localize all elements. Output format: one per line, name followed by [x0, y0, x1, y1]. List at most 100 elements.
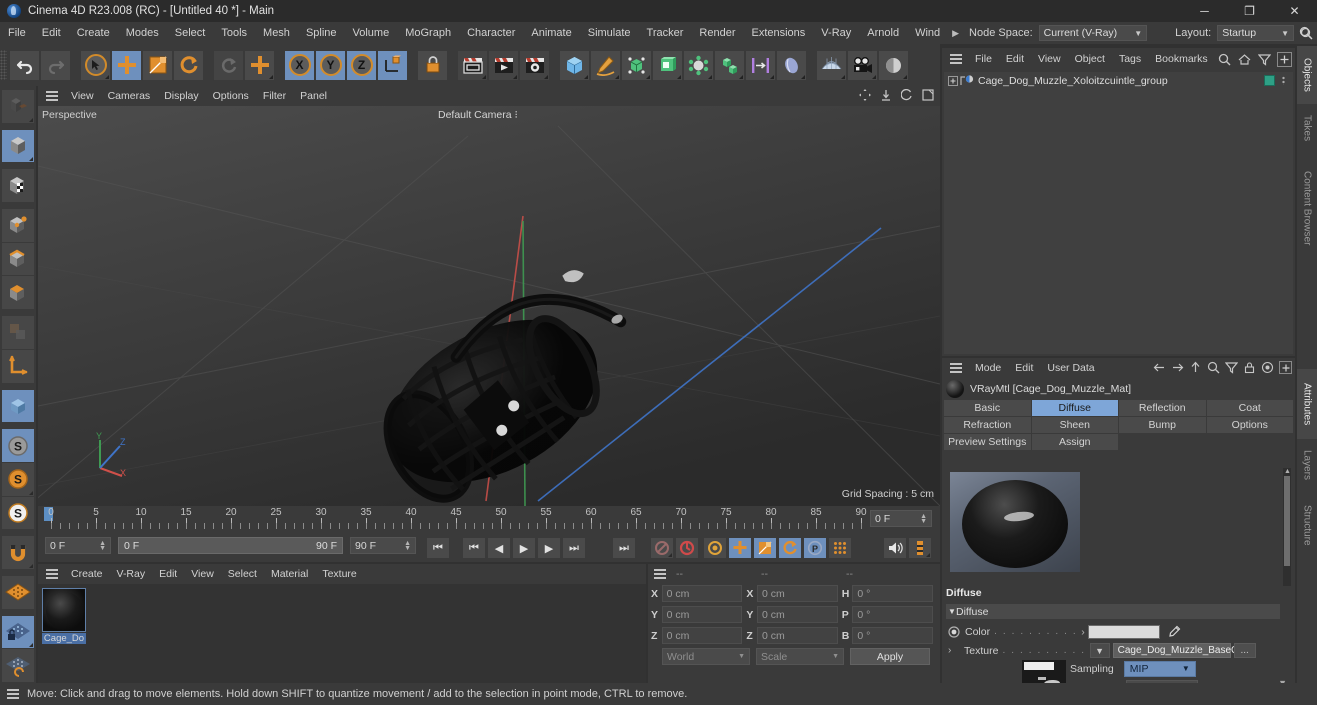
material-menu-texture[interactable]: Texture	[315, 563, 363, 585]
end-frame-field[interactable]: 90 F ▲▼	[350, 537, 416, 554]
size-x-field[interactable]: 0 cm	[757, 585, 838, 602]
pan-icon[interactable]	[859, 89, 871, 101]
camera-button[interactable]	[847, 50, 878, 81]
object-axis-button[interactable]	[2, 350, 34, 383]
material-menu-select[interactable]: Select	[221, 563, 264, 585]
menu-overflow-arrow-icon[interactable]: ▶	[948, 28, 963, 39]
add-icon[interactable]	[1279, 361, 1292, 374]
filter-icon[interactable]	[1257, 52, 1272, 67]
menu-animate[interactable]: Animate	[523, 22, 579, 44]
tab-reflection[interactable]: Reflection	[1119, 400, 1206, 416]
axis-y-button[interactable]: Y	[315, 50, 346, 81]
om-menu-bookmarks[interactable]: Bookmarks	[1148, 48, 1210, 70]
diffuse-color-swatch[interactable]	[1088, 625, 1160, 639]
move-tool-button[interactable]	[111, 50, 142, 81]
target-icon[interactable]	[1261, 361, 1274, 374]
om-menu-edit[interactable]: Edit	[999, 48, 1031, 70]
model-mode-button[interactable]	[2, 130, 34, 163]
am-menu-mode[interactable]: Mode	[968, 357, 1008, 379]
polygon-mode-button[interactable]	[2, 276, 34, 309]
layout-select[interactable]: Startup ▼	[1217, 25, 1294, 41]
filter-icon[interactable]	[1225, 361, 1238, 374]
spline-pen-button[interactable]	[590, 50, 621, 81]
menu-vray[interactable]: V-Ray	[813, 22, 859, 44]
texture-type-select[interactable]: ▼	[1090, 643, 1110, 658]
material-thumbnail[interactable]	[42, 588, 86, 632]
texture-browse-button[interactable]: ...	[1234, 643, 1256, 658]
object-dots-icon[interactable]	[1282, 76, 1285, 85]
group-collapse-arrow-icon[interactable]: ▼	[948, 607, 956, 616]
rotation-h-field[interactable]: 0 °	[852, 585, 933, 602]
material-item[interactable]: Cage_Do	[42, 588, 86, 644]
render-settings-button[interactable]	[519, 50, 550, 81]
maximize-button[interactable]: ❐	[1227, 0, 1272, 22]
menu-tools[interactable]: Tools	[213, 22, 255, 44]
go-to-next-key-button[interactable]: ⏭	[562, 537, 586, 559]
material-menu-material[interactable]: Material	[264, 563, 315, 585]
material-menu-view[interactable]: View	[184, 563, 221, 585]
minimize-button[interactable]: ─	[1182, 0, 1227, 22]
record-active-objects-button[interactable]	[675, 537, 699, 559]
forward-arrow-icon[interactable]	[1171, 361, 1184, 374]
axis-x-button[interactable]: X	[284, 50, 315, 81]
viewport-solo-button[interactable]	[2, 390, 34, 423]
size-y-field[interactable]: 0 cm	[757, 606, 838, 623]
menu-mesh[interactable]: Mesh	[255, 22, 298, 44]
rotation-key-button[interactable]	[778, 537, 802, 559]
keyframe-selection-button[interactable]	[703, 537, 727, 559]
menu-tracker[interactable]: Tracker	[639, 22, 692, 44]
viewport-menu-filter[interactable]: Filter	[256, 85, 293, 107]
menu-select[interactable]: Select	[167, 22, 214, 44]
generator-button[interactable]	[621, 50, 652, 81]
object-tag-icon[interactable]	[1264, 75, 1275, 86]
rotate-view-icon[interactable]	[901, 89, 913, 101]
nurbs-button[interactable]	[652, 50, 683, 81]
node-space-select[interactable]: Current (V-Ray) ▼	[1039, 25, 1147, 41]
tab-attributes[interactable]: Attributes	[1297, 369, 1317, 439]
toolbar-grip[interactable]	[0, 50, 7, 80]
key-interpolation-button[interactable]	[908, 537, 932, 559]
light-button[interactable]	[878, 50, 909, 81]
om-menu-file[interactable]: File	[968, 48, 999, 70]
menu-arnold[interactable]: Arnold	[859, 22, 907, 44]
spinner-icon[interactable]: ▲▼	[99, 541, 106, 551]
lock-axis-button[interactable]	[417, 50, 448, 81]
position-z-field[interactable]: 0 cm	[662, 627, 743, 644]
menu-volume[interactable]: Volume	[345, 22, 398, 44]
menu-edit[interactable]: Edit	[34, 22, 69, 44]
top-right-search-icon[interactable]	[1299, 26, 1312, 39]
size-z-field[interactable]: 0 cm	[757, 627, 838, 644]
maximize-view-icon[interactable]	[922, 89, 934, 101]
scale-key-button[interactable]	[753, 537, 777, 559]
viewport-3d[interactable]: Perspective Default Camera ⁝ Grid Spacin…	[38, 106, 940, 506]
tab-content-browser[interactable]: Content Browser	[1297, 152, 1317, 264]
color-radio-icon[interactable]	[948, 626, 960, 638]
current-frame-field[interactable]: 0 F ▲▼	[870, 510, 932, 527]
transform-mode-select[interactable]: Scale ▼	[756, 648, 844, 665]
make-editable-button[interactable]	[2, 90, 34, 123]
move-axis-button[interactable]	[244, 50, 275, 81]
texture-expand-arrow-icon[interactable]: ›	[948, 645, 960, 656]
selection-s-orange-button[interactable]: S	[2, 463, 34, 496]
tab-assign[interactable]: Assign	[1032, 434, 1119, 450]
play-button[interactable]: ▶	[512, 537, 536, 559]
position-x-field[interactable]: 0 cm	[662, 585, 743, 602]
scene-axis-button[interactable]	[745, 50, 776, 81]
tab-bump[interactable]: Bump	[1119, 417, 1206, 433]
rotate-tool-button[interactable]	[173, 50, 204, 81]
material-menu-hamburger-icon[interactable]	[46, 567, 58, 581]
viewport-menu-panel[interactable]: Panel	[293, 85, 334, 107]
material-preview-thumbnail[interactable]	[950, 472, 1080, 572]
viewport-menu-hamburger-icon[interactable]	[46, 89, 58, 103]
lock-icon[interactable]	[1243, 361, 1256, 374]
scale-tool-button[interactable]	[142, 50, 173, 81]
viewport-menu-options[interactable]: Options	[206, 85, 256, 107]
coordinates-hamburger-icon[interactable]	[654, 567, 666, 581]
select-tool-button[interactable]	[80, 50, 111, 81]
om-menu-object[interactable]: Object	[1068, 48, 1112, 70]
viewport-menu-view[interactable]: View	[64, 85, 101, 107]
tab-structure[interactable]: Structure	[1297, 491, 1317, 559]
magnet-button[interactable]	[2, 536, 34, 569]
object-manager-hamburger-icon[interactable]	[950, 52, 962, 66]
spinner-icon[interactable]: ▲▼	[404, 541, 411, 551]
